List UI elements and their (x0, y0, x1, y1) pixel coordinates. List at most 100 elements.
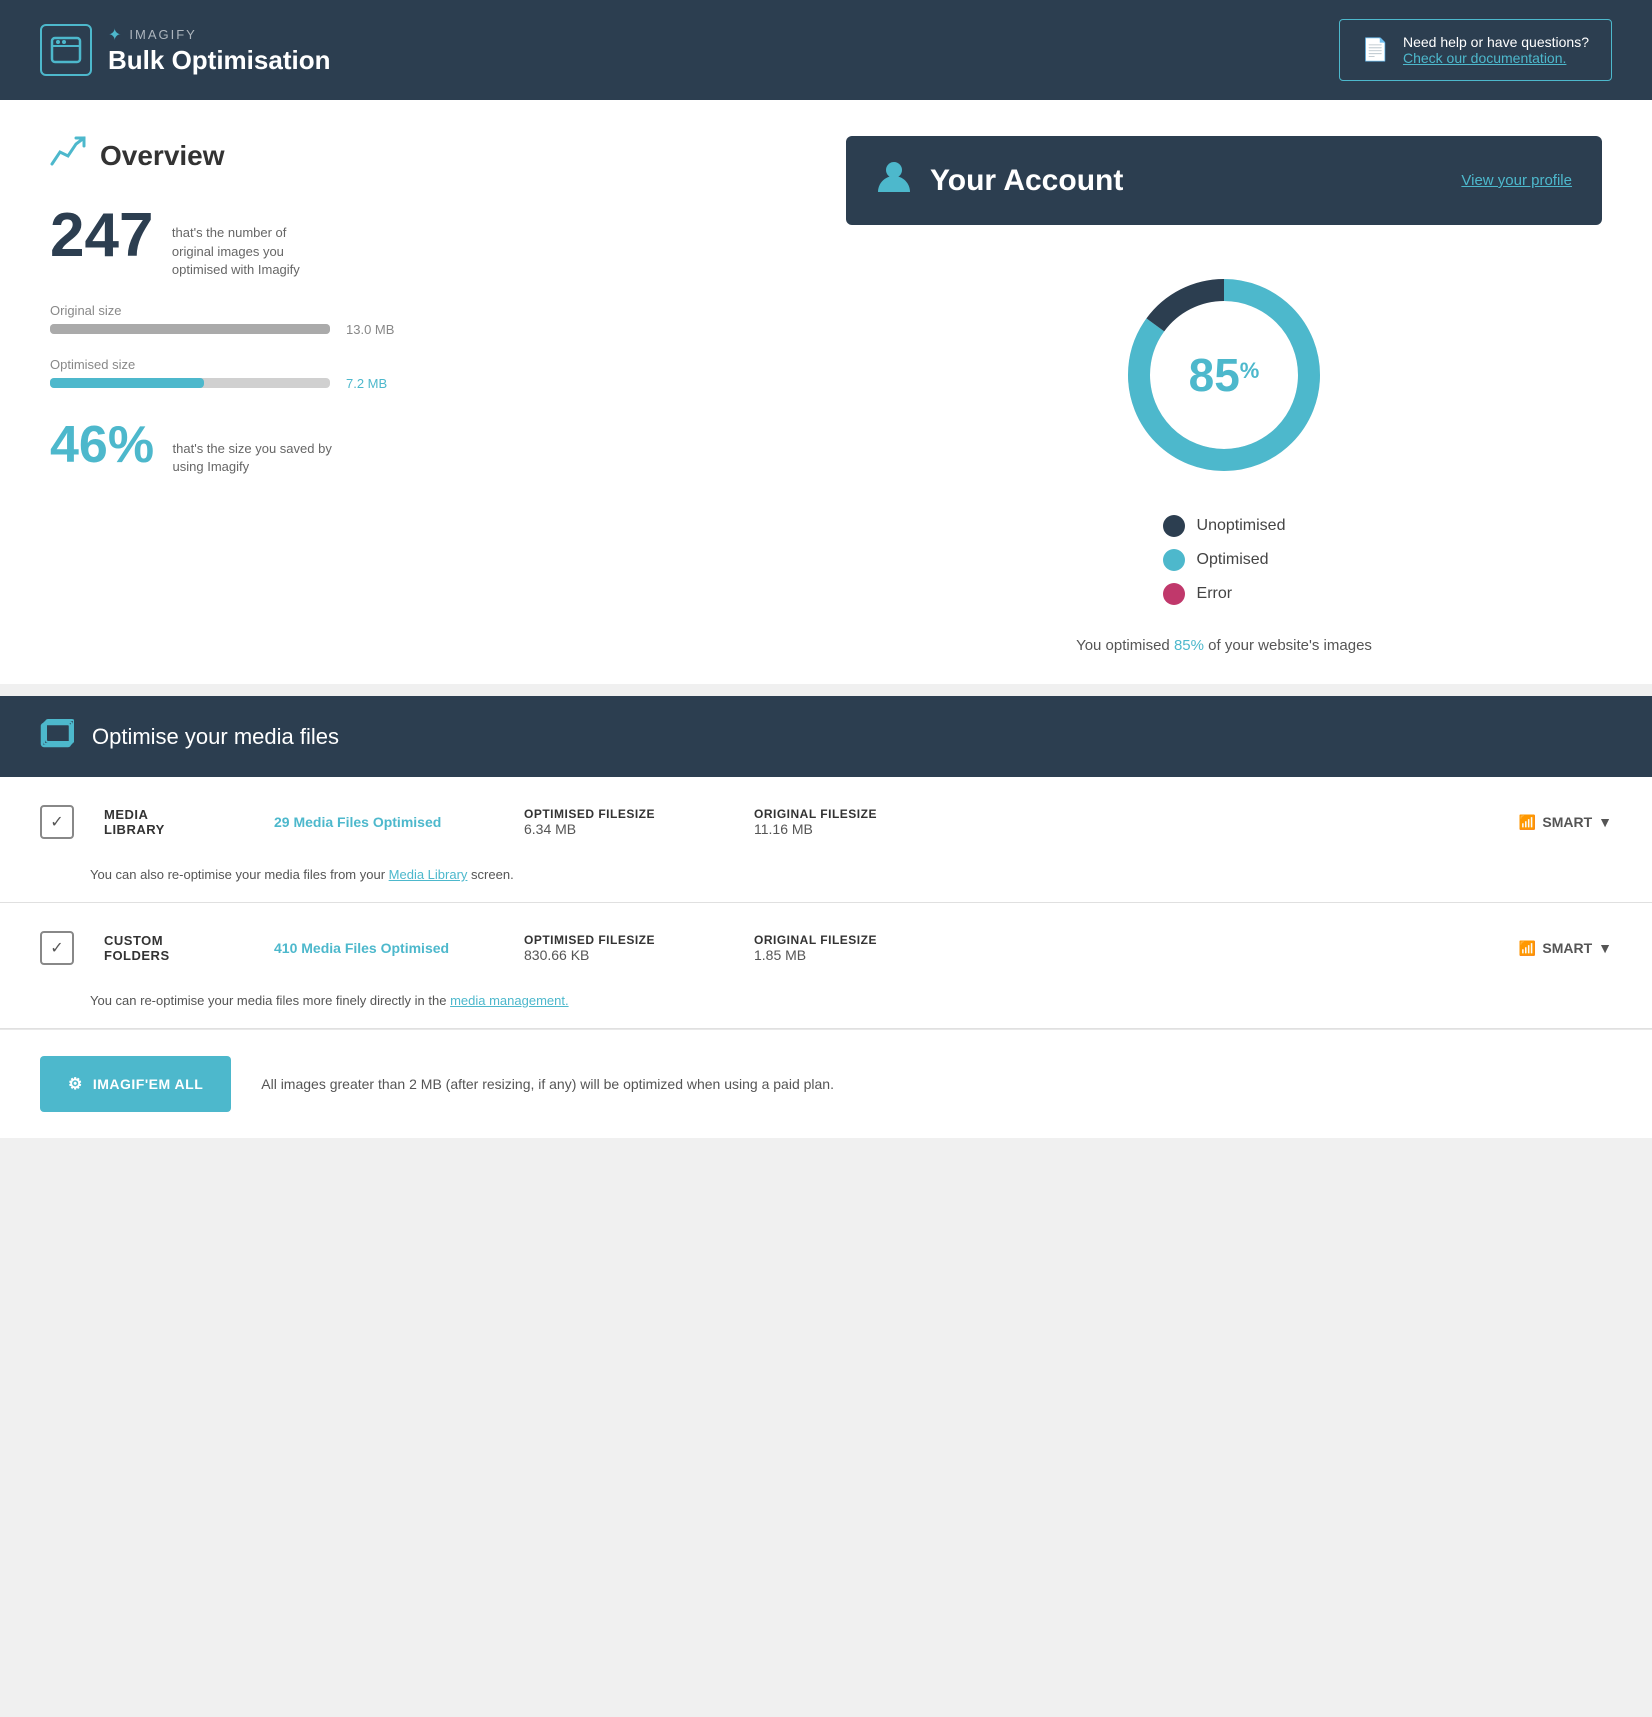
imagifem-button[interactable]: ⚙ IMAGIF'EM ALL (40, 1056, 231, 1112)
account-icon (876, 158, 912, 203)
custom-folders-row: ✓ CUSTOM FOLDERS 410 Media Files Optimis… (0, 903, 1652, 993)
media-library-orig-filesize: ORIGINAL FILESIZE 11.16 MB (754, 807, 954, 837)
legend-dot-optimised (1163, 549, 1185, 571)
custom-folders-block: ✓ CUSTOM FOLDERS 410 Media Files Optimis… (0, 903, 1652, 1029)
section-separator (0, 684, 1652, 696)
summary-pct: 85% (1174, 637, 1204, 654)
original-size-bar (50, 324, 330, 334)
custom-opt-filesize-value: 830.66 KB (524, 947, 724, 963)
overview-title: Overview (100, 140, 225, 172)
custom-folders-orig-filesize: ORIGINAL FILESIZE 1.85 MB (754, 933, 954, 963)
your-account-bar: Your Account View your profile (846, 136, 1602, 225)
help-link[interactable]: Check our documentation. (1403, 50, 1589, 66)
header-brand: ✦ IMAGIFY (108, 25, 330, 45)
donut-pct-value: 85 (1189, 352, 1240, 398)
media-management-link[interactable]: media management. (450, 993, 569, 1008)
main-content: Overview 247 that's the number of origin… (0, 100, 1652, 1138)
original-size-value: 13.0 MB (346, 322, 394, 337)
brand-icon: ✦ (108, 25, 123, 45)
media-section: Optimise your media files ✓ MEDIA LIBRAR… (0, 696, 1652, 1138)
original-size-label: Original size (50, 303, 806, 318)
saved-block: 46% that's the size you saved by using I… (50, 415, 806, 476)
smart-label: SMART (1542, 814, 1592, 830)
bottom-action-note: All images greater than 2 MB (after resi… (261, 1076, 834, 1092)
overview-right: Your Account View your profile 85% (846, 136, 1602, 654)
smart-chevron: ▼ (1598, 814, 1612, 830)
custom-orig-filesize-value: 1.85 MB (754, 947, 954, 963)
custom-folders-checkbox[interactable]: ✓ (40, 931, 74, 965)
stat-number: 247 (50, 200, 153, 271)
saved-desc: that's the size you saved by using Imagi… (173, 440, 333, 476)
media-section-icon (40, 718, 74, 755)
optimised-size-bar (50, 378, 330, 388)
media-library-block: ✓ MEDIA LIBRARY 29 Media Files Optimised… (0, 777, 1652, 903)
imagifem-btn-icon: ⚙ (68, 1074, 83, 1094)
custom-smart-label: SMART (1542, 940, 1592, 956)
donut-pct-symbol: % (1240, 360, 1260, 382)
summary-text2: of your website's images (1208, 637, 1372, 654)
legend-label-optimised: Optimised (1197, 551, 1269, 569)
custom-folders-optimised: 410 Media Files Optimised (274, 940, 494, 956)
opt-filesize-label: OPTIMISED FILESIZE (524, 807, 724, 821)
smart-dropdown[interactable]: 📶 SMART ▼ (1519, 814, 1612, 831)
legend-dot-error (1163, 583, 1185, 605)
legend-label-unoptimised: Unoptimised (1197, 517, 1286, 535)
custom-smart-chevron: ▼ (1598, 940, 1612, 956)
custom-folders-note: You can re-optimise your media files mor… (0, 993, 1652, 1028)
logo-icon (40, 24, 92, 76)
media-library-checkbox[interactable]: ✓ (40, 805, 74, 839)
header-title-block: ✦ IMAGIFY Bulk Optimisation (108, 25, 330, 76)
media-library-name: MEDIA LIBRARY (104, 807, 244, 837)
bottom-action: ⚙ IMAGIF'EM ALL All images greater than … (0, 1029, 1652, 1138)
account-title: Your Account (930, 164, 1443, 198)
legend-optimised: Optimised (1163, 549, 1286, 571)
media-library-note: You can also re-optimise your media file… (0, 867, 1652, 902)
custom-folders-opt-filesize: OPTIMISED FILESIZE 830.66 KB (524, 933, 724, 963)
legend-error: Error (1163, 583, 1286, 605)
optimised-summary: You optimised 85% of your website's imag… (1076, 637, 1372, 654)
media-library-row: ✓ MEDIA LIBRARY 29 Media Files Optimised… (0, 777, 1652, 867)
optimised-size-label: Optimised size (50, 357, 806, 372)
brand-name: IMAGIFY (129, 27, 196, 42)
media-section-title: Optimise your media files (92, 724, 339, 750)
original-size-fill (50, 324, 330, 334)
media-section-header: Optimise your media files (0, 696, 1652, 777)
help-icon: 📄 (1362, 37, 1389, 63)
orig-filesize-label: ORIGINAL FILESIZE (754, 807, 954, 821)
summary-text: You optimised (1076, 637, 1170, 654)
optimised-size-value: 7.2 MB (346, 376, 387, 391)
custom-orig-filesize-label: ORIGINAL FILESIZE (754, 933, 954, 947)
media-library-opt-filesize: OPTIMISED FILESIZE 6.34 MB (524, 807, 724, 837)
custom-folders-name: CUSTOM FOLDERS (104, 933, 244, 963)
page-header: ✦ IMAGIFY Bulk Optimisation 📄 Need help … (0, 0, 1652, 100)
legend-label-error: Error (1197, 585, 1233, 603)
custom-smart-dropdown[interactable]: 📶 SMART ▼ (1519, 940, 1612, 957)
orig-filesize-value: 11.16 MB (754, 821, 954, 837)
donut-center-text: 85% (1189, 352, 1260, 398)
optimised-size-fill (50, 378, 204, 388)
view-profile-link[interactable]: View your profile (1461, 172, 1572, 189)
overview-header: Overview (50, 136, 806, 176)
legend: Unoptimised Optimised Error (1163, 515, 1286, 617)
legend-unoptimised: Unoptimised (1163, 515, 1286, 537)
saved-pct: 46% (50, 415, 154, 475)
help-box: 📄 Need help or have questions? Check our… (1339, 19, 1612, 81)
overview-icon (50, 136, 86, 176)
page-title: Bulk Optimisation (108, 45, 330, 76)
help-content: Need help or have questions? Check our d… (1403, 34, 1589, 66)
media-library-optimised: 29 Media Files Optimised (274, 814, 494, 830)
custom-opt-filesize-label: OPTIMISED FILESIZE (524, 933, 724, 947)
smart-icon: 📶 (1519, 814, 1536, 831)
stat-description: that's the number of original images you… (172, 224, 332, 279)
media-library-link[interactable]: Media Library (389, 867, 468, 882)
overview-left: Overview 247 that's the number of origin… (50, 136, 806, 654)
stat-images-block: 247 that's the number of original images… (50, 200, 806, 279)
donut-chart: 85% (1114, 265, 1334, 485)
help-text: Need help or have questions? (1403, 34, 1589, 50)
custom-smart-icon: 📶 (1519, 940, 1536, 957)
overview-section: Overview 247 that's the number of origin… (0, 100, 1652, 684)
legend-dot-unoptimised (1163, 515, 1185, 537)
imagifem-btn-label: IMAGIF'EM ALL (93, 1076, 203, 1092)
header-left: ✦ IMAGIFY Bulk Optimisation (40, 24, 330, 76)
opt-filesize-value: 6.34 MB (524, 821, 724, 837)
